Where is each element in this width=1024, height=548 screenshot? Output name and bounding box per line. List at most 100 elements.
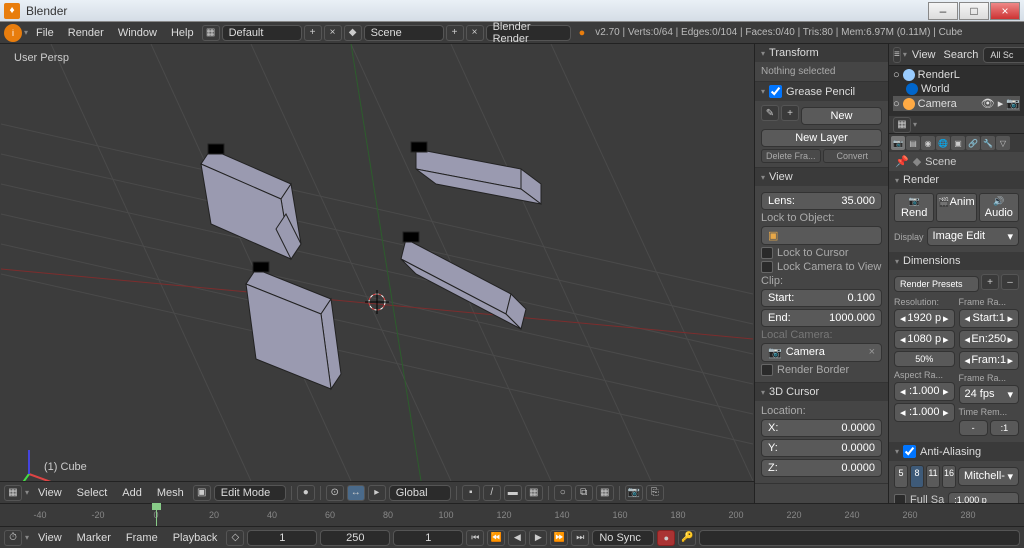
outliner-filter[interactable]: All Sc xyxy=(983,47,1024,63)
aspect-x-field[interactable]: ◂:1.000▸ xyxy=(894,382,955,401)
menu-render[interactable]: Render xyxy=(62,25,110,41)
keyframe-next-button[interactable]: ⏩ xyxy=(550,530,568,546)
lens-value[interactable]: 35.000 xyxy=(841,195,875,207)
cursor-x-value[interactable]: 0.0000 xyxy=(841,422,875,434)
clip-end-value[interactable]: 1000.000 xyxy=(829,312,875,324)
snap-icon[interactable]: ⧉ xyxy=(575,485,593,501)
grease-newlayer-button[interactable]: New Layer xyxy=(761,129,882,147)
frame-start-input[interactable]: 1 xyxy=(247,530,317,546)
fps-dropdown[interactable]: 24 fps▾ xyxy=(959,385,1020,404)
outliner-search[interactable]: Search xyxy=(941,47,982,63)
jump-start-button[interactable]: ⏮ xyxy=(466,530,484,546)
frame-start-field[interactable]: ◂Start:1▸ xyxy=(959,309,1020,328)
tab-data[interactable]: ▽ xyxy=(996,136,1010,150)
aa-5[interactable]: 5 xyxy=(894,465,908,488)
sync-dropdown[interactable]: No Sync xyxy=(592,530,654,546)
viewport-canvas[interactable] xyxy=(0,44,754,481)
grease-convert-button[interactable]: Convert xyxy=(823,149,883,163)
render-section-header[interactable]: Render xyxy=(903,174,939,186)
copy-icon[interactable]: ⎘ xyxy=(646,485,664,501)
outliner[interactable]: ○RenderL World ○Camera👁 ▸ 📷 xyxy=(889,66,1024,116)
lock-camera-check[interactable] xyxy=(761,261,773,273)
autokeyframe-button[interactable]: ● xyxy=(657,530,675,546)
cursor-y-value[interactable]: 0.0000 xyxy=(841,442,875,454)
outliner-world[interactable]: World xyxy=(921,83,950,95)
aa-header[interactable]: Anti-Aliasing xyxy=(920,446,981,458)
remap-new[interactable]: :1 xyxy=(990,420,1019,436)
timeline[interactable]: -40-200204060801001201401601802002202402… xyxy=(0,503,1024,526)
res-y-field[interactable]: ◂1080 p▸ xyxy=(894,330,955,349)
frame-end-input[interactable]: 250 xyxy=(320,530,390,546)
fullsa-value[interactable]: :1.000 p xyxy=(948,492,1019,503)
pencil-icon[interactable]: ✎ xyxy=(761,105,779,121)
keyframe-prev-button[interactable]: ⏪ xyxy=(487,530,505,546)
res-x-field[interactable]: ◂1920 p▸ xyxy=(894,309,955,328)
pivot-icon[interactable]: ⊙ xyxy=(326,485,344,501)
range-icon[interactable]: ◇ xyxy=(226,530,244,546)
aa-check[interactable] xyxy=(903,445,916,458)
timeline-type-icon[interactable]: ⏱ xyxy=(4,530,22,546)
render-border-check[interactable] xyxy=(761,364,773,376)
scene-icon[interactable]: ◆ xyxy=(344,25,362,41)
aspect-y-field[interactable]: ◂:1.000▸ xyxy=(894,403,955,422)
menu-file[interactable]: File xyxy=(30,25,60,41)
manip-translate-icon[interactable]: ▸ xyxy=(368,485,386,501)
preset-remove-button[interactable]: – xyxy=(1001,274,1019,290)
aa-16[interactable]: 16 xyxy=(942,465,956,488)
aa-8[interactable]: 8 xyxy=(910,465,924,488)
tab-constraints[interactable]: 🔗 xyxy=(966,136,980,150)
camera-value[interactable]: Camera xyxy=(786,346,825,359)
add-layout-button[interactable]: + xyxy=(304,25,322,41)
frame-end-field[interactable]: ◂En:250▸ xyxy=(959,330,1020,349)
tl-menu-view[interactable]: View xyxy=(32,530,68,546)
dimensions-header[interactable]: Dimensions xyxy=(903,255,960,267)
proportional-icon[interactable]: ○ xyxy=(554,485,572,501)
maximize-button[interactable]: □ xyxy=(959,2,989,20)
display-dropdown[interactable]: Image Edit▾ xyxy=(927,227,1019,246)
aa-11[interactable]: 11 xyxy=(926,465,940,488)
plus-icon[interactable]: + xyxy=(781,105,799,121)
clip-start-value[interactable]: 0.100 xyxy=(847,292,875,304)
add-scene-button[interactable]: + xyxy=(446,25,464,41)
render-presets-dropdown[interactable]: Render Presets xyxy=(894,276,979,292)
outliner-type-icon[interactable]: ≡ xyxy=(893,47,901,63)
vp-menu-add[interactable]: Add xyxy=(116,485,148,501)
tab-render[interactable]: 📷 xyxy=(891,136,905,150)
menu-help[interactable]: Help xyxy=(165,25,200,41)
remap-old[interactable]: - xyxy=(959,420,988,436)
audio-button[interactable]: 🔊Audio xyxy=(979,193,1019,222)
tab-layers[interactable]: ▤ xyxy=(906,136,920,150)
tl-menu-playback[interactable]: Playback xyxy=(167,530,224,546)
props-type-icon[interactable]: ▦ xyxy=(893,117,911,133)
remove-layout-button[interactable]: × xyxy=(324,25,342,41)
transform-header[interactable]: Transform xyxy=(769,47,819,59)
remove-scene-button[interactable]: × xyxy=(466,25,484,41)
layout-icon[interactable]: ▦ xyxy=(202,25,220,41)
editor-type-icon[interactable]: ▦ xyxy=(4,485,22,501)
grease-check[interactable] xyxy=(769,85,782,98)
screen-layout-dropdown[interactable]: Default xyxy=(222,25,302,41)
grease-header[interactable]: Grease Pencil xyxy=(786,86,855,98)
keyingset-icon[interactable]: 🔑 xyxy=(678,530,696,546)
menu-window[interactable]: Window xyxy=(112,25,163,41)
aa-filter-dropdown[interactable]: Mitchell-▾ xyxy=(958,467,1019,486)
manipulator-icon[interactable]: ↔ xyxy=(347,485,365,501)
blender-logo-icon[interactable]: i xyxy=(4,24,22,42)
grease-new-button[interactable]: New xyxy=(801,107,882,125)
grease-delete-button[interactable]: Delete Fra... xyxy=(761,149,821,163)
limit-selection-icon[interactable]: ▦ xyxy=(525,485,543,501)
jump-end-button[interactable]: ⏭ xyxy=(571,530,589,546)
cursor3d-header[interactable]: 3D Cursor xyxy=(769,386,819,398)
frame-step-field[interactable]: ◂Fram:1▸ xyxy=(959,351,1020,370)
keyingset-dropdown[interactable] xyxy=(699,530,1020,546)
tl-menu-frame[interactable]: Frame xyxy=(120,530,164,546)
vp-menu-mesh[interactable]: Mesh xyxy=(151,485,190,501)
shading-sphere-icon[interactable]: ● xyxy=(297,485,315,501)
mode-dropdown[interactable]: Edit Mode xyxy=(214,485,286,501)
preset-add-button[interactable]: + xyxy=(981,274,999,290)
render-button[interactable]: 📷Rend xyxy=(894,193,934,222)
frame-current-input[interactable]: 1 xyxy=(393,530,463,546)
snap-target-icon[interactable]: ▦ xyxy=(596,485,614,501)
tab-object[interactable]: ▣ xyxy=(951,136,965,150)
vp-menu-select[interactable]: Select xyxy=(71,485,114,501)
